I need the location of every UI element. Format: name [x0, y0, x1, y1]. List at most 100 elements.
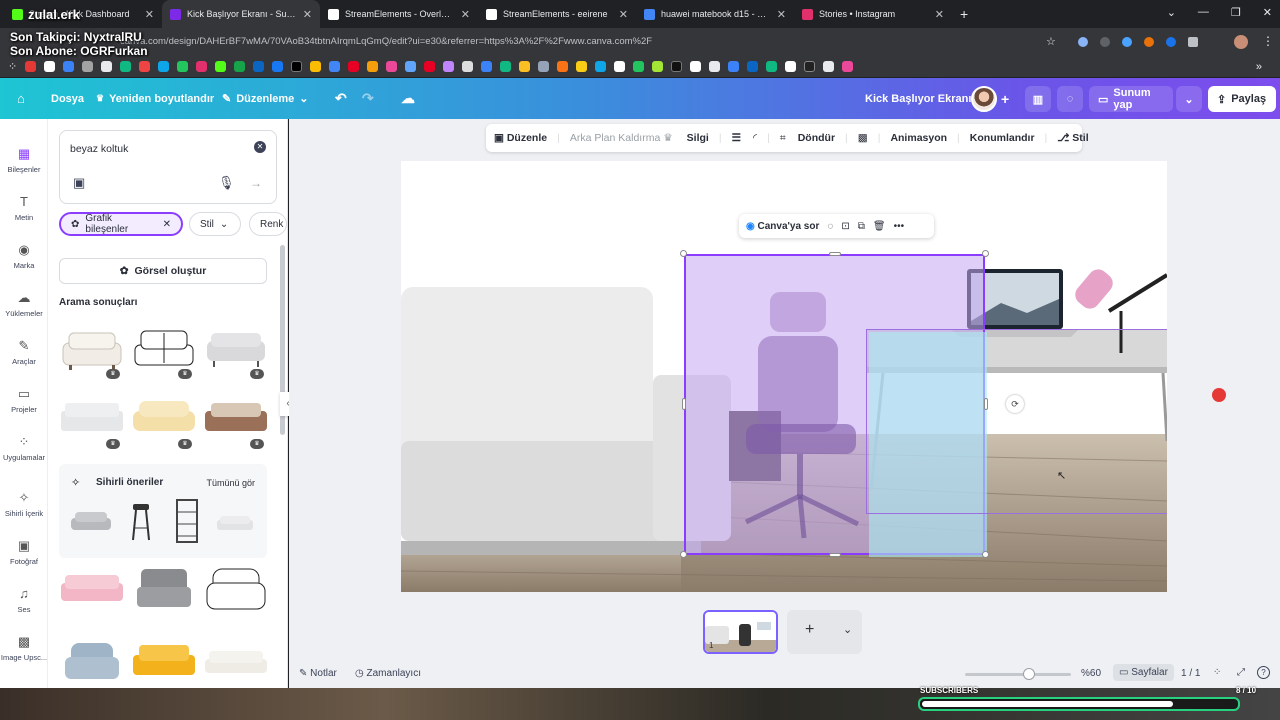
filter-chip-graphics[interactable]: ✿ Grafik bileşenler ✕: [59, 212, 183, 236]
bookmark-icon[interactable]: [82, 61, 94, 72]
resize-handle-top[interactable]: [829, 252, 841, 256]
extension-icon[interactable]: [1166, 37, 1176, 47]
sofa-cream-thumbnail[interactable]: [131, 395, 197, 445]
filter-chip-color[interactable]: Renk: [249, 212, 287, 236]
bookmark-icon[interactable]: [481, 61, 493, 72]
url-field[interactable]: canva.com/design/DAHErBF7wMA/70VAoB34tbt…: [112, 33, 1072, 51]
border-style-icon[interactable]: ☰: [732, 132, 741, 144]
bookmark-icon[interactable]: [405, 61, 417, 72]
bookmark-icon[interactable]: [652, 61, 664, 72]
bookmark-icon[interactable]: [671, 61, 683, 72]
sofa-offwhite-thumbnail[interactable]: [203, 635, 269, 685]
edit-image-button[interactable]: ▣ Düzenle: [494, 132, 547, 144]
close-tab-icon[interactable]: ✕: [461, 8, 470, 21]
armchair-outline-thumbnail[interactable]: [203, 565, 269, 615]
bookmark-icon[interactable]: [101, 61, 113, 72]
resize-handle[interactable]: [680, 551, 687, 558]
rotate-handle[interactable]: ⟳: [1006, 395, 1024, 413]
sofa-thumbnail[interactable]: [59, 325, 125, 375]
close-tab-icon[interactable]: ✕: [935, 8, 944, 21]
close-tab-icon[interactable]: ✕: [777, 8, 786, 21]
close-tab-icon[interactable]: ✕: [619, 8, 628, 21]
lock-icon[interactable]: ⊡: [841, 221, 849, 232]
rail-item[interactable]: ◉ Marka: [0, 243, 48, 271]
style-button[interactable]: ⎇ Stil: [1057, 132, 1088, 144]
timer-button[interactable]: ◷ Zamanlayıcı: [355, 668, 421, 679]
resize-handle-right[interactable]: [984, 398, 988, 410]
bookmark-icon[interactable]: [310, 61, 322, 72]
home-button[interactable]: ⌂: [17, 78, 25, 119]
bookmark-icon[interactable]: [823, 61, 835, 72]
browser-tab[interactable]: huawei matebook d15 - Google✕: [636, 0, 794, 28]
bookmark-icon[interactable]: [443, 61, 455, 72]
help-icon[interactable]: ?: [1257, 666, 1270, 679]
trash-icon[interactable]: 🗑: [873, 221, 886, 232]
bookmark-icon[interactable]: [348, 61, 360, 72]
resize-button[interactable]: ♛ Yeniden boyutlandır: [96, 78, 214, 119]
generate-image-button[interactable]: ✿ Görsel oluştur: [59, 258, 267, 284]
close-window-icon[interactable]: ✕: [1263, 6, 1272, 19]
close-tab-icon[interactable]: ✕: [303, 8, 312, 21]
add-page-button[interactable]: + ⌄: [787, 610, 862, 654]
zoom-slider-thumb[interactable]: [1022, 668, 1035, 680]
sofa-light-thumbnail[interactable]: [59, 395, 125, 445]
extension-icon[interactable]: [1122, 37, 1132, 47]
image-search-icon[interactable]: ▣: [73, 175, 85, 191]
bookmark-icon[interactable]: [804, 61, 816, 72]
minimize-icon[interactable]: —: [1198, 6, 1209, 19]
sofa-grey-thumbnail[interactable]: [203, 325, 269, 375]
profile-avatar[interactable]: [1234, 35, 1248, 49]
invite-button[interactable]: +: [1001, 78, 1009, 119]
bookmark-icon[interactable]: [329, 61, 341, 72]
puzzle-icon[interactable]: [1188, 37, 1198, 47]
bookmark-icon[interactable]: [538, 61, 550, 72]
rail-item[interactable]: ▣ Fotoğraf: [0, 539, 48, 567]
notes-button[interactable]: ✎ Notlar: [299, 668, 337, 679]
bookmark-icon[interactable]: [158, 61, 170, 72]
browser-tab[interactable]: StreamElements - eeirene ✕: [478, 0, 636, 28]
sofa-outline-thumbnail[interactable]: [131, 325, 197, 375]
edit-mode-dropdown[interactable]: ✎ Düzenleme ⌄: [222, 78, 309, 119]
ask-canva-button[interactable]: ◉ Canva'ya sor: [746, 221, 819, 232]
browser-tab[interactable]: StreamElements - Overlays ✕: [320, 0, 478, 28]
bookmark-star-icon[interactable]: ☆: [1046, 35, 1056, 48]
bookmark-icon[interactable]: [462, 61, 474, 72]
bar-stool-suggestion[interactable]: [127, 500, 155, 542]
bookmark-icon[interactable]: [747, 61, 759, 72]
filter-chip-style[interactable]: Stil ⌄: [189, 212, 241, 236]
resize-handle[interactable]: [680, 250, 687, 257]
page-thumbnail[interactable]: 1: [703, 610, 778, 654]
bookmark-icon[interactable]: [253, 61, 265, 72]
bookmark-icon[interactable]: [139, 61, 151, 72]
resize-handle[interactable]: [982, 551, 989, 558]
bookmark-icon[interactable]: [519, 61, 531, 72]
sofa-suggestion[interactable]: [69, 508, 113, 538]
comment-button[interactable]: ◌: [1057, 86, 1083, 112]
file-menu-button[interactable]: Dosya: [51, 78, 84, 119]
bookmark-icon[interactable]: [63, 61, 75, 72]
bookmark-icon[interactable]: [709, 61, 721, 72]
rail-item[interactable]: ♫ Ses: [0, 587, 48, 615]
rail-item[interactable]: ✎ Araçlar: [0, 339, 48, 367]
extension-icon[interactable]: [1144, 37, 1154, 47]
crop-icon[interactable]: ⌗: [780, 132, 786, 145]
bookmark-icon[interactable]: [196, 61, 208, 72]
shelf-suggestion[interactable]: [175, 498, 199, 544]
sofa-white-suggestion[interactable]: [215, 514, 255, 534]
new-tab-icon[interactable]: +: [960, 6, 968, 22]
sofa-yellow-thumbnail[interactable]: [131, 635, 197, 685]
remove-filter-icon[interactable]: ✕: [163, 219, 171, 230]
rotate-button[interactable]: Döndür: [798, 132, 835, 144]
bookmark-icon[interactable]: [272, 61, 284, 72]
bookmark-icon[interactable]: [234, 61, 246, 72]
pages-button[interactable]: ▭ Sayfalar: [1113, 664, 1174, 681]
bookmark-icon[interactable]: [766, 61, 778, 72]
fullscreen-icon[interactable]: ⤢: [1237, 667, 1245, 678]
resize-handle[interactable]: [982, 250, 989, 257]
browser-tab[interactable]: Stories • Instagram ✕: [794, 0, 952, 28]
position-button[interactable]: Konumlandır: [970, 132, 1035, 144]
rail-item[interactable]: ▩ Image Upsc...: [0, 635, 48, 663]
sofa-pink-thumbnail[interactable]: [59, 565, 125, 615]
zoom-slider[interactable]: [965, 668, 1071, 680]
rail-item[interactable]: ▭ Projeler: [0, 387, 48, 415]
